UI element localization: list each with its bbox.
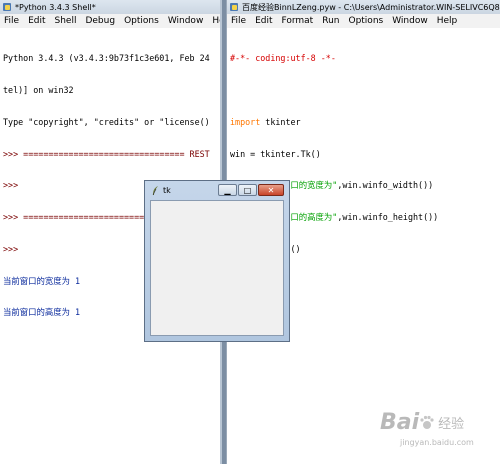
code-line-win: win = tkinter.Tk()	[230, 148, 321, 159]
baidu-watermark: Bai 经验 jingyan.baidu.com	[380, 410, 474, 447]
import-keyword: import	[230, 116, 261, 127]
shell-line: Python 3.4.3 (v3.4.3:9b73f1c3e601, Feb 2…	[3, 53, 210, 64]
python-file-icon	[230, 3, 238, 11]
import-module: tkinter	[260, 116, 301, 127]
shell-line: >>> ================================ RES…	[3, 148, 210, 159]
close-button[interactable]: ✕	[258, 184, 284, 196]
shell-menu-options[interactable]: Options	[124, 16, 159, 26]
feather-icon	[152, 185, 158, 195]
editor-menu-file[interactable]: File	[231, 16, 246, 26]
code-line-comment: #-*- coding:utf-8 -*-	[230, 53, 336, 64]
shell-title: *Python 3.4.3 Shell*	[15, 2, 96, 12]
shell-line: tel)] on win32	[3, 84, 74, 95]
watermark-site: jingyan.baidu.com	[400, 438, 474, 447]
print-args: ,win.winfo_height())	[337, 212, 439, 223]
print-args: ,win.winfo_width())	[337, 180, 434, 191]
editor-menu-options[interactable]: Options	[348, 16, 383, 26]
shell-titlebar[interactable]: *Python 3.4.3 Shell*	[0, 0, 220, 14]
tk-title: tk	[163, 185, 171, 195]
minimize-icon: ▁	[224, 185, 231, 195]
code-line-import: import tkinter	[230, 117, 497, 128]
paw-icon	[420, 415, 434, 429]
maximize-icon: □	[243, 185, 252, 195]
tk-client-area[interactable]	[150, 200, 284, 336]
editor-title: 百度经验BinnLZeng.pyw - C:\Users\Administrat…	[242, 2, 500, 12]
minimize-button[interactable]: ▁	[218, 184, 237, 196]
editor-menu-help[interactable]: Help	[437, 16, 458, 26]
watermark-logo: Bai	[380, 410, 420, 435]
editor-menu-run[interactable]: Run	[322, 16, 339, 26]
shell-line: Type "copyright", "credits" or "license(…	[3, 116, 210, 127]
watermark-suffix: 经验	[438, 417, 465, 432]
editor-menu-edit[interactable]: Edit	[255, 16, 272, 26]
maximize-button[interactable]: □	[238, 184, 257, 196]
editor-titlebar[interactable]: 百度经验BinnLZeng.pyw - C:\Users\Administrat…	[227, 0, 500, 14]
shell-menu-edit[interactable]: Edit	[28, 16, 45, 26]
tk-window[interactable]: tk ▁ □ ✕	[144, 180, 290, 342]
python-icon	[3, 3, 11, 11]
editor-menu-window[interactable]: Window	[392, 16, 428, 26]
close-icon: ✕	[267, 185, 275, 195]
tk-caption-buttons: ▁ □ ✕	[217, 184, 284, 196]
shell-menu-file[interactable]: File	[4, 16, 19, 26]
shell-menu-help[interactable]: Help	[212, 16, 220, 26]
editor-menubar: File Edit Format Run Options Window Help	[227, 14, 500, 28]
shell-menu-debug[interactable]: Debug	[85, 16, 115, 26]
shell-menu-shell[interactable]: Shell	[55, 16, 77, 26]
shell-menubar: File Edit Shell Debug Options Window Hel…	[0, 14, 220, 28]
shell-menu-window[interactable]: Window	[168, 16, 204, 26]
editor-menu-format[interactable]: Format	[282, 16, 314, 26]
